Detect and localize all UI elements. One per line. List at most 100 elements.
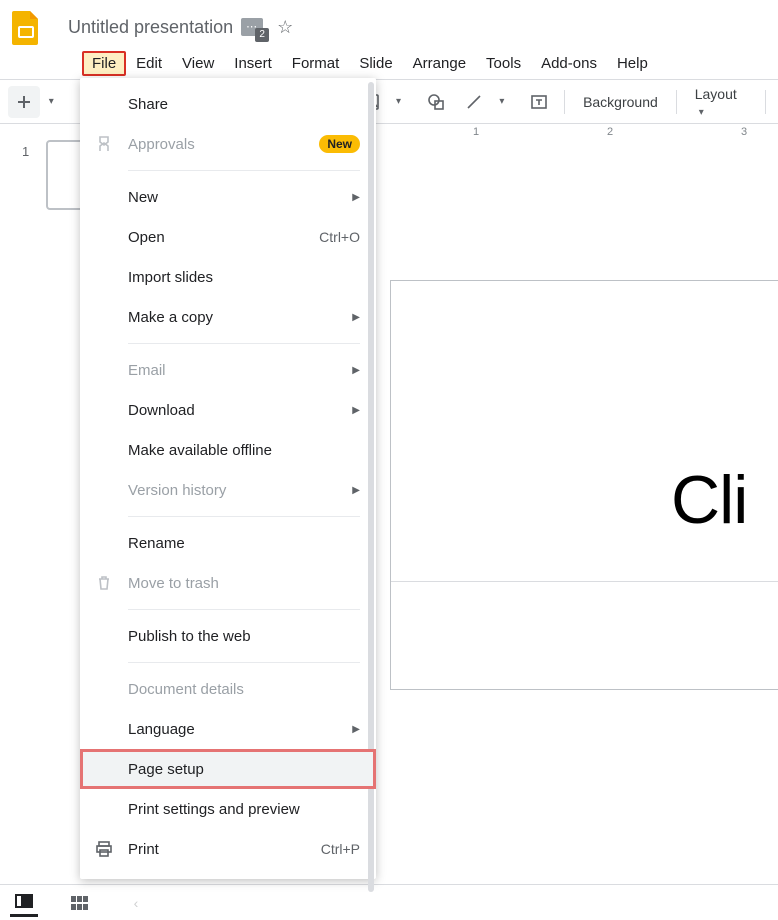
menu-item-open[interactable]: Open Ctrl+O bbox=[80, 217, 376, 257]
menu-item-label: Version history bbox=[128, 482, 226, 499]
image-dropdown[interactable]: ▾ bbox=[392, 86, 415, 118]
menu-item-label: Document details bbox=[128, 681, 244, 698]
ruler-label: 1 bbox=[473, 126, 479, 138]
toolbar-separator bbox=[676, 90, 677, 114]
shape-button[interactable] bbox=[418, 86, 452, 118]
new-slide-button[interactable] bbox=[8, 86, 40, 118]
trash-icon bbox=[94, 574, 114, 592]
menu-item-label: Language bbox=[128, 721, 195, 738]
bottom-bar: ‹ bbox=[0, 884, 778, 920]
menu-file[interactable]: File bbox=[82, 51, 126, 76]
comment-badge[interactable]: ⋯ 2 bbox=[241, 18, 263, 36]
menu-view[interactable]: View bbox=[172, 51, 224, 76]
filmstrip-view-icon[interactable] bbox=[10, 894, 38, 917]
submenu-arrow-icon: ▶ bbox=[352, 405, 360, 416]
document-title[interactable]: Untitled presentation bbox=[68, 17, 233, 38]
menu-item-print[interactable]: Print Ctrl+P bbox=[80, 829, 376, 869]
menu-item-share[interactable]: Share bbox=[80, 84, 376, 124]
menu-format[interactable]: Format bbox=[282, 51, 350, 76]
slide-canvas[interactable]: Cli bbox=[390, 150, 778, 880]
menu-item-print-settings[interactable]: Print settings and preview bbox=[80, 789, 376, 829]
new-badge: New bbox=[319, 135, 360, 153]
submenu-arrow-icon: ▶ bbox=[352, 192, 360, 203]
menu-separator bbox=[128, 343, 360, 344]
menu-item-move-to-trash[interactable]: Move to trash bbox=[80, 563, 376, 603]
menubar: File Edit View Insert Format Slide Arran… bbox=[0, 48, 778, 80]
header: Untitled presentation ⋯ 2 ☆ bbox=[0, 0, 778, 48]
menu-item-label: Make a copy bbox=[128, 309, 213, 326]
toolbar-separator bbox=[564, 90, 565, 114]
ruler: 1 2 3 bbox=[390, 124, 778, 144]
menu-item-label: Print bbox=[128, 841, 159, 858]
ruler-label: 2 bbox=[607, 126, 613, 138]
slide-number: 1 bbox=[22, 144, 29, 159]
comment-count: 2 bbox=[255, 28, 269, 42]
line-dropdown[interactable]: ▾ bbox=[495, 86, 518, 118]
slide-body-placeholder[interactable] bbox=[391, 581, 778, 690]
menu-slide[interactable]: Slide bbox=[349, 51, 402, 76]
slide-title-text[interactable]: Cli bbox=[671, 461, 747, 539]
menu-addons[interactable]: Add-ons bbox=[531, 51, 607, 76]
menu-item-label: Rename bbox=[128, 535, 185, 552]
menu-item-language[interactable]: Language ▶ bbox=[80, 709, 376, 749]
submenu-arrow-icon: ▶ bbox=[352, 312, 360, 323]
approvals-icon bbox=[94, 135, 114, 153]
menu-edit[interactable]: Edit bbox=[126, 51, 172, 76]
menu-item-new[interactable]: New ▶ bbox=[80, 177, 376, 217]
shortcut-label: Ctrl+P bbox=[321, 841, 360, 857]
layout-button[interactable]: Layout ▾ bbox=[685, 80, 757, 124]
menu-item-label: New bbox=[128, 189, 158, 206]
menu-item-label: Share bbox=[128, 96, 168, 113]
menu-item-label: Move to trash bbox=[128, 575, 219, 592]
menu-item-version-history[interactable]: Version history ▶ bbox=[80, 470, 376, 510]
menu-item-document-details[interactable]: Document details bbox=[80, 669, 376, 709]
menu-item-label: Approvals bbox=[128, 136, 195, 153]
chevron-down-icon: ▾ bbox=[49, 96, 63, 107]
shortcut-label: Ctrl+O bbox=[319, 229, 360, 245]
menu-separator bbox=[128, 662, 360, 663]
menu-separator bbox=[128, 516, 360, 517]
chevron-down-icon: ▾ bbox=[699, 107, 704, 118]
slide-frame: Cli bbox=[390, 280, 778, 690]
menu-item-rename[interactable]: Rename bbox=[80, 523, 376, 563]
menu-item-label: Print settings and preview bbox=[128, 801, 300, 818]
menu-item-make-copy[interactable]: Make a copy ▶ bbox=[80, 297, 376, 337]
chevron-down-icon: ▾ bbox=[499, 96, 513, 107]
menu-item-approvals[interactable]: Approvals New bbox=[80, 124, 376, 164]
menu-item-download[interactable]: Download ▶ bbox=[80, 390, 376, 430]
menu-item-label: Page setup bbox=[128, 761, 204, 778]
grid-view-icon[interactable] bbox=[66, 896, 94, 910]
toolbar-separator bbox=[765, 90, 766, 114]
ruler-label: 3 bbox=[741, 126, 747, 138]
chevron-down-icon: ▾ bbox=[396, 96, 410, 107]
line-button[interactable] bbox=[457, 86, 491, 118]
menu-item-label: Make available offline bbox=[128, 442, 272, 459]
more-icon[interactable]: ‹ bbox=[122, 895, 150, 911]
slides-logo-icon[interactable] bbox=[8, 9, 44, 45]
layout-label: Layout bbox=[695, 86, 737, 102]
menu-item-label: Import slides bbox=[128, 269, 213, 286]
textbox-button[interactable] bbox=[522, 86, 556, 118]
submenu-arrow-icon: ▶ bbox=[352, 485, 360, 496]
submenu-arrow-icon: ▶ bbox=[352, 365, 360, 376]
print-icon bbox=[94, 840, 114, 858]
menu-arrange[interactable]: Arrange bbox=[403, 51, 476, 76]
file-menu-dropdown: Share Approvals New New ▶ Open Ctrl+O Im… bbox=[80, 78, 376, 879]
new-slide-dropdown[interactable]: ▾ bbox=[44, 86, 67, 118]
menu-item-label: Publish to the web bbox=[128, 628, 251, 645]
menu-item-email[interactable]: Email ▶ bbox=[80, 350, 376, 390]
menu-item-make-available-offline[interactable]: Make available offline bbox=[80, 430, 376, 470]
menu-item-import-slides[interactable]: Import slides bbox=[80, 257, 376, 297]
menu-tools[interactable]: Tools bbox=[476, 51, 531, 76]
submenu-arrow-icon: ▶ bbox=[352, 724, 360, 735]
menu-insert[interactable]: Insert bbox=[224, 51, 282, 76]
menu-item-label: Download bbox=[128, 402, 195, 419]
menu-separator bbox=[128, 609, 360, 610]
menu-item-label: Open bbox=[128, 229, 165, 246]
menu-separator bbox=[128, 170, 360, 171]
menu-help[interactable]: Help bbox=[607, 51, 658, 76]
star-icon[interactable]: ☆ bbox=[277, 17, 293, 38]
background-button[interactable]: Background bbox=[573, 88, 668, 116]
menu-item-page-setup[interactable]: Page setup bbox=[80, 749, 376, 789]
menu-item-publish-web[interactable]: Publish to the web bbox=[80, 616, 376, 656]
